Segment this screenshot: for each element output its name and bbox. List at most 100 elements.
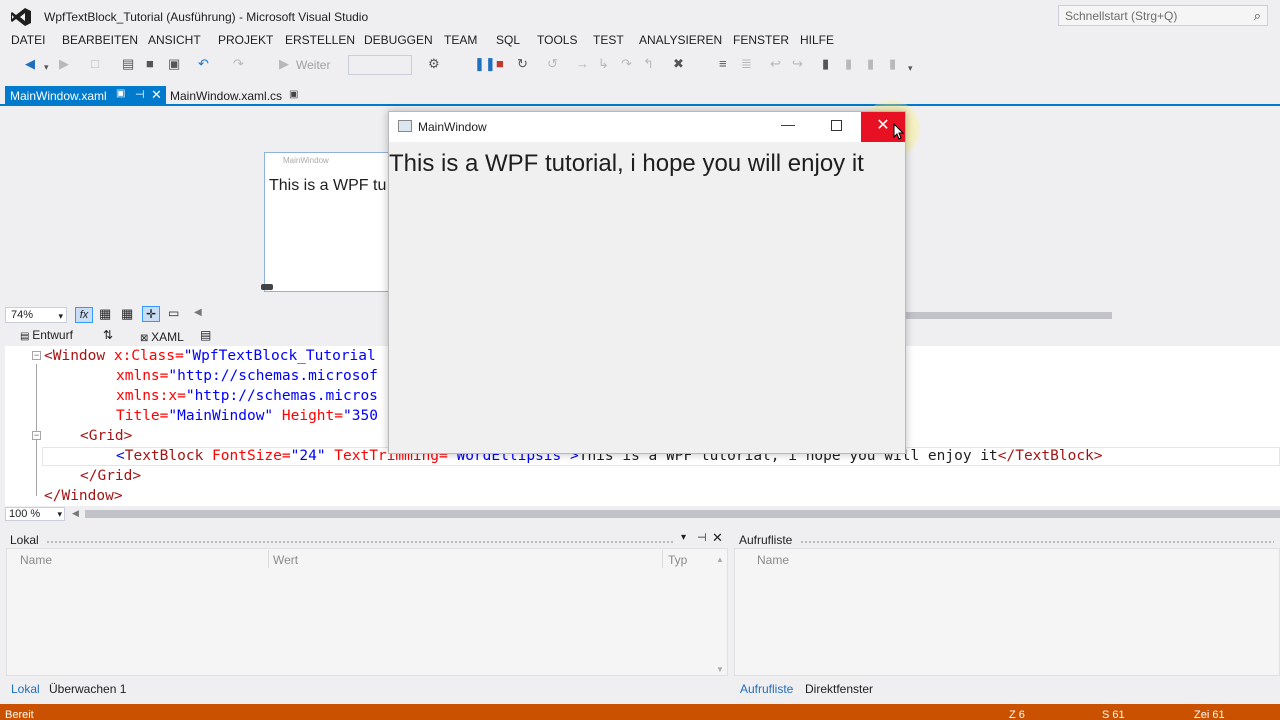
design-textblock[interactable]: This is a WPF tu [269, 177, 386, 195]
locals-panel-body[interactable] [6, 548, 728, 676]
clear-bookmarks-icon[interactable]: ▮ [889, 56, 896, 72]
step-into-icon[interactable]: ↳ [598, 56, 609, 72]
tab-call-stack[interactable]: Aufrufliste [740, 682, 793, 696]
next-bookmark-icon[interactable]: ▮ [867, 56, 874, 72]
formula-toggle-icon[interactable]: fx [75, 307, 93, 323]
editor-zoom-select[interactable]: 100 % ▾ [5, 507, 65, 521]
code-token: </TextBlock> [997, 448, 1103, 464]
menu-sql[interactable]: SQL [496, 33, 520, 47]
menu-tools[interactable]: TOOLS [537, 33, 577, 47]
scroll-left-icon[interactable]: ◀ [72, 508, 79, 519]
scroll-down-icon[interactable]: ▼ [716, 665, 724, 674]
close-icon[interactable]: ✕ [712, 530, 723, 546]
snap-grid-icon[interactable]: ▦ [121, 306, 133, 322]
close-icon[interactable]: ✕ [151, 87, 162, 103]
step-over-icon[interactable]: ↷ [621, 56, 632, 72]
visual-studio-logo-icon [11, 8, 31, 26]
wpf-title-bar[interactable]: MainWindow — ✕ [389, 112, 905, 142]
menu-datei[interactable]: DATEI [11, 33, 45, 47]
quick-launch-input[interactable]: Schnellstart (Strg+Q) ⌕ [1058, 5, 1268, 26]
maximize-icon[interactable] [831, 120, 842, 131]
process-icon[interactable]: ⚙ [428, 56, 440, 72]
hex-display-icon[interactable]: ✖ [673, 56, 684, 72]
column-header-value[interactable]: Wert [273, 553, 298, 567]
menu-debuggen[interactable]: DEBUGGEN [364, 33, 433, 47]
pause-icon[interactable]: ❚❚ [474, 56, 496, 72]
design-icon: ▤ [20, 331, 33, 342]
chevron-down-icon[interactable]: ▾ [681, 532, 686, 543]
grid-icon[interactable]: ▦ [99, 306, 111, 322]
column-divider [662, 550, 663, 568]
menu-erstellen[interactable]: ERSTELLEN [285, 33, 355, 47]
tab-design[interactable]: ▤ Entwurf [20, 328, 73, 342]
collapse-icon[interactable]: − [32, 351, 41, 360]
step-icon[interactable]: ↺ [547, 56, 558, 72]
scroll-left-icon[interactable]: ◀ [194, 307, 202, 318]
forward-icon[interactable]: ▶ [59, 56, 69, 72]
wpf-window-title: MainWindow [418, 120, 487, 134]
swap-panes-icon[interactable]: ⇅ [103, 328, 113, 342]
menu-test[interactable]: TEST [593, 33, 624, 47]
pane-layout-icon[interactable]: ▤ [200, 328, 211, 342]
redo-icon[interactable]: ↷ [233, 56, 244, 72]
step-out-icon[interactable]: ↰ [643, 56, 654, 72]
snap-lines-icon[interactable]: ✛ [142, 306, 160, 322]
save-icon[interactable]: ■ [146, 56, 154, 72]
toolbar-overflow-icon[interactable]: ▾ [908, 60, 913, 76]
tab-immediate-window[interactable]: Direktfenster [805, 682, 873, 696]
show-next-statement-icon[interactable]: → [576, 56, 589, 72]
stack-frame-icon[interactable]: ≣ [741, 56, 752, 72]
menu-analysieren[interactable]: ANALYSIEREN [639, 33, 722, 47]
search-icon[interactable]: ⌕ [1254, 8, 1261, 24]
design-window-preview[interactable]: MainWindow This is a WPF tu [264, 152, 404, 292]
pin-icon[interactable]: ⊣ [135, 88, 145, 101]
bookmark-icon[interactable]: ▮ [822, 56, 829, 72]
threads-icon[interactable]: ≡ [719, 56, 727, 72]
menu-hilfe[interactable]: HILFE [800, 33, 834, 47]
stop-icon[interactable]: ■ [496, 56, 504, 72]
annotation-icon[interactable]: ▭ [168, 306, 179, 320]
minimize-icon[interactable]: — [781, 116, 795, 132]
code-line-2: xmlns="http://schemas.microsof [116, 366, 378, 386]
chevron-down-icon[interactable]: ▾ [44, 59, 49, 75]
running-wpf-window[interactable]: MainWindow — ✕ This is a WPF tutorial, i… [388, 111, 906, 454]
menu-ansicht[interactable]: ANSICHT [148, 33, 201, 47]
column-header-name[interactable]: Name [757, 553, 789, 567]
tab-watch-1[interactable]: Überwachen 1 [49, 682, 126, 696]
menu-bearbeiten[interactable]: BEARBEITEN [62, 33, 138, 47]
scroll-up-icon[interactable]: ▲ [716, 555, 724, 564]
tab-locals[interactable]: Lokal [11, 682, 40, 696]
new-project-icon[interactable]: □ [91, 56, 99, 72]
designer-scrollbar-thumb[interactable] [906, 312, 1112, 319]
window-title: WpfTextBlock_Tutorial (Ausführung) - Mic… [44, 10, 369, 24]
resize-handle-icon[interactable] [261, 284, 273, 290]
comment-icon[interactable]: ↩ [770, 56, 781, 72]
menu-projekt[interactable]: PROJEKT [218, 33, 273, 47]
code-token: "350 [343, 408, 378, 424]
back-icon[interactable]: ◀ [25, 56, 35, 72]
menu-team[interactable]: TEAM [444, 33, 477, 47]
column-header-name[interactable]: Name [20, 553, 52, 567]
save-all-icon[interactable]: ▣ [168, 56, 180, 72]
designer-zoom-select[interactable]: 74% ▾ [5, 307, 67, 323]
prev-bookmark-icon[interactable]: ▮ [845, 56, 852, 72]
tab-design-label: Entwurf [32, 328, 73, 342]
open-file-icon[interactable]: ▤ [122, 56, 134, 72]
callstack-panel-body[interactable] [734, 548, 1280, 676]
uncomment-icon[interactable]: ↪ [792, 56, 803, 72]
pin-icon[interactable]: ⊣ [697, 531, 707, 544]
tab-xaml-label: XAML [151, 330, 184, 344]
continue-icon[interactable]: ▶ [279, 56, 289, 72]
undo-icon[interactable]: ↶ [198, 56, 209, 72]
editor-zoom-value: 100 % [9, 508, 41, 520]
tab-xaml[interactable]: ⊠ XAML [140, 330, 184, 344]
collapse-icon[interactable]: − [32, 431, 41, 440]
continue-button[interactable]: Weiter [296, 58, 330, 72]
column-header-type[interactable]: Typ [668, 553, 687, 567]
debug-target-dropdown[interactable] [348, 55, 412, 75]
tab-mainwindow-xaml[interactable]: MainWindow.xaml ▣ ⊣ ✕ [5, 86, 166, 106]
menu-fenster[interactable]: FENSTER [733, 33, 789, 47]
editor-horizontal-scrollbar[interactable] [85, 510, 1280, 518]
restart-icon[interactable]: ↻ [517, 56, 528, 72]
code-token: < [116, 448, 125, 464]
